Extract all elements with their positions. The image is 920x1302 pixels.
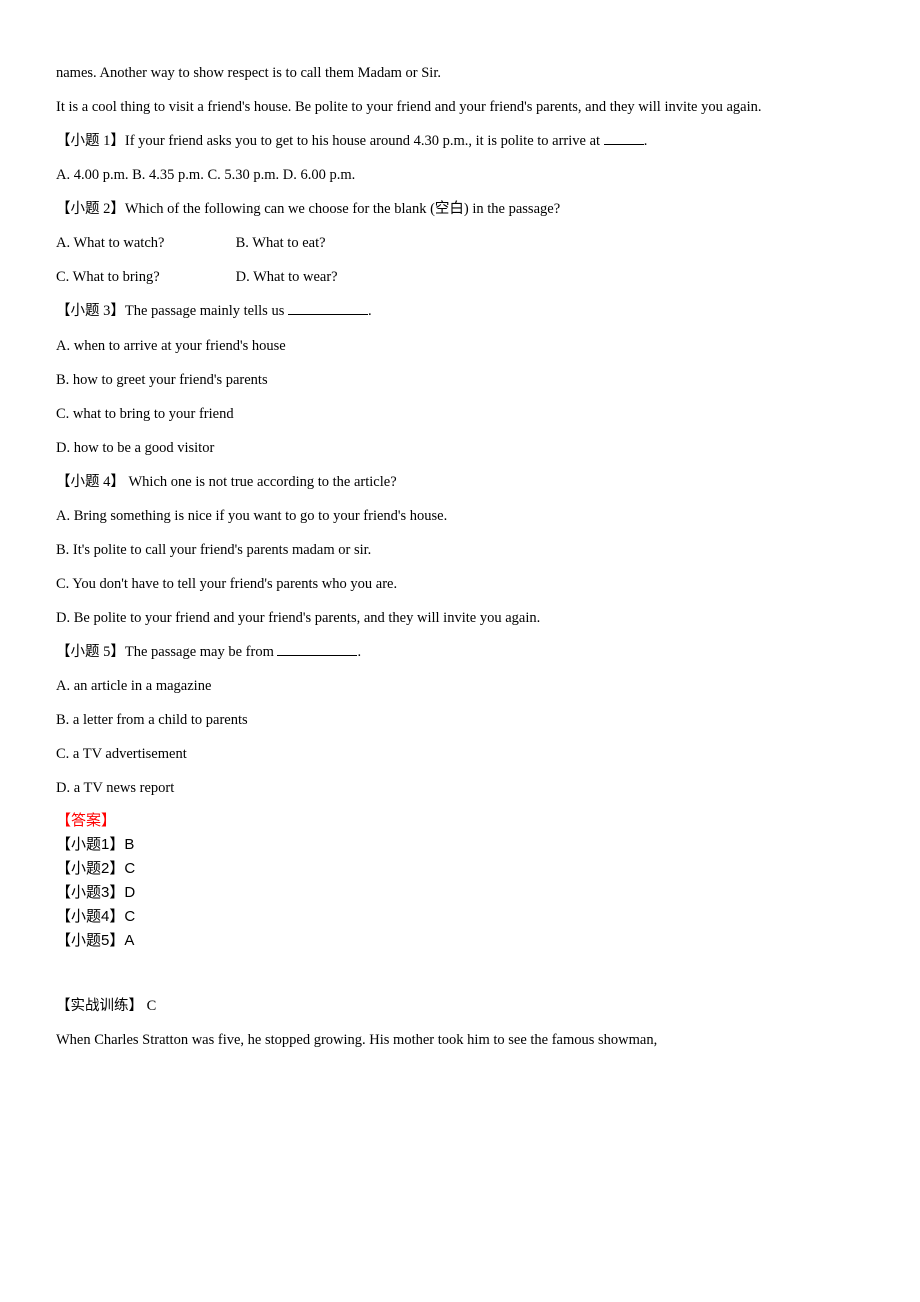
passage-line: names. Another way to show respect is to…: [56, 56, 868, 90]
question-2-options-row1: A. What to watch? B. What to eat?: [56, 226, 868, 260]
question-4: 【小题 4】 Which one is not true according t…: [56, 465, 868, 499]
answer-block: 【答案】 【小题1】B 【小题2】C 【小题3】D 【小题4】C 【小题5】A: [56, 809, 868, 953]
option-a: A. when to arrive at your friend's house: [56, 329, 868, 363]
option-c: C. a TV advertisement: [56, 737, 868, 771]
option-d: D. how to be a good visitor: [56, 431, 868, 465]
fill-blank: [288, 301, 368, 315]
option-c: C. what to bring to your friend: [56, 397, 868, 431]
passage-line: It is a cool thing to visit a friend's h…: [56, 90, 868, 124]
question-text: 【小题 3】The passage mainly tells us: [56, 303, 288, 319]
option-a: A. What to watch?: [56, 226, 232, 260]
question-1-options: A. 4.00 p.m. B. 4.35 p.m. C. 5.30 p.m. D…: [56, 158, 868, 192]
answer-key-1: 【小题1】B: [56, 833, 868, 857]
answer-key-2: 【小题2】C: [56, 857, 868, 881]
question-2-options-row2: C. What to bring? D. What to wear?: [56, 260, 868, 294]
option-b: B. It's polite to call your friend's par…: [56, 533, 868, 567]
question-2: 【小题 2】Which of the following can we choo…: [56, 192, 868, 226]
option-b: B. how to greet your friend's parents: [56, 363, 868, 397]
option-d: D. What to wear?: [236, 260, 338, 294]
question-text-suffix: .: [368, 303, 372, 319]
answer-key-3: 【小题3】D: [56, 881, 868, 905]
answer-key-5: 【小题5】A: [56, 929, 868, 953]
option-d: D. Be polite to your friend and your fri…: [56, 601, 868, 635]
option-b: B. a letter from a child to parents: [56, 703, 868, 737]
section-heading: 【实战训练】 C: [56, 989, 868, 1023]
option-d: D. a TV news report: [56, 771, 868, 805]
option-b: B. What to eat?: [236, 226, 326, 260]
question-3: 【小题 3】The passage mainly tells us .: [56, 294, 868, 328]
question-text: 【小题 5】The passage may be from: [56, 644, 277, 660]
option-c: C. What to bring?: [56, 260, 232, 294]
answer-key-4: 【小题4】C: [56, 905, 868, 929]
option-a: A. an article in a magazine: [56, 669, 868, 703]
question-text: 【小题 1】If your friend asks you to get to …: [56, 133, 604, 149]
fill-blank: [604, 131, 644, 145]
question-5: 【小题 5】The passage may be from .: [56, 635, 868, 669]
option-a: A. Bring something is nice if you want t…: [56, 499, 868, 533]
fill-blank: [277, 642, 357, 656]
answer-heading: 【答案】: [56, 809, 868, 833]
option-c: C. You don't have to tell your friend's …: [56, 567, 868, 601]
question-1: 【小题 1】If your friend asks you to get to …: [56, 124, 868, 158]
next-section: 【实战训练】 C When Charles Stratton was five,…: [56, 989, 868, 1057]
passage-line: When Charles Stratton was five, he stopp…: [56, 1023, 868, 1057]
question-text-suffix: .: [357, 644, 361, 660]
question-text-suffix: .: [644, 133, 648, 149]
